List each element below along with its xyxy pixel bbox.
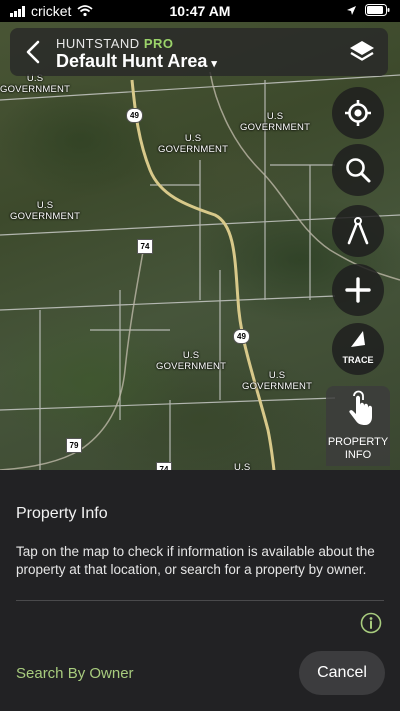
route-shield: 79 bbox=[66, 438, 82, 453]
route-number: 74 bbox=[140, 242, 150, 251]
route-number: 79 bbox=[69, 441, 79, 450]
locate-me-button[interactable] bbox=[332, 87, 384, 139]
battery-icon bbox=[365, 4, 390, 16]
property-info-label: PROPERTY INFO bbox=[327, 436, 389, 461]
location-arrow-icon bbox=[347, 5, 356, 15]
search-button[interactable] bbox=[332, 144, 384, 196]
search-by-owner-link[interactable]: Search By Owner bbox=[16, 665, 134, 682]
hunt-area-selector[interactable]: Default Hunt Area ▾ bbox=[56, 51, 217, 72]
property-info-sheet: Property Info Tap on the map to check if… bbox=[0, 470, 400, 711]
map-label-government: U.S GOVERNMENT bbox=[0, 73, 70, 95]
measure-button[interactable] bbox=[332, 205, 384, 257]
brand-label: HUNTSTAND PRO bbox=[56, 36, 174, 51]
map-label-text: U.S GOVERNMENT bbox=[10, 200, 81, 222]
trace-label: TRACE bbox=[342, 355, 374, 365]
route-shield: 49 bbox=[126, 108, 143, 123]
crosshair-icon bbox=[345, 100, 371, 126]
cancel-button[interactable]: Cancel bbox=[299, 651, 385, 695]
map-label-government: U.S GOVERNMENT bbox=[10, 200, 80, 222]
map-label-government: U.S GOVERNMENT bbox=[156, 350, 226, 372]
divider bbox=[16, 600, 384, 601]
map-label-government: U.S GOVERNMENT bbox=[240, 111, 310, 133]
map-label-government: U.S GOVERNMENT bbox=[242, 370, 312, 392]
hunt-area-header: HUNTSTAND PRO Default Hunt Area ▾ bbox=[10, 28, 388, 76]
route-number: 49 bbox=[130, 111, 139, 120]
sheet-description: Tap on the map to check if information i… bbox=[16, 544, 375, 577]
compass-icon bbox=[347, 217, 369, 245]
map-label-government: U.S GOVERNMENT bbox=[158, 133, 228, 155]
route-shield: 49 bbox=[233, 329, 250, 344]
plus-icon bbox=[345, 277, 371, 303]
property-info-button[interactable]: PROPERTY INFO bbox=[326, 386, 390, 466]
tap-finger-icon bbox=[349, 390, 372, 425]
trace-button[interactable]: TRACE bbox=[332, 323, 384, 375]
caret-down-icon: ▾ bbox=[211, 58, 217, 70]
status-bar: cricket 10:47 AM bbox=[0, 0, 400, 22]
map-label-text: U.S GOVERNMENT bbox=[156, 350, 227, 372]
layers-button[interactable] bbox=[348, 38, 376, 66]
info-icon[interactable] bbox=[360, 612, 382, 634]
back-button[interactable] bbox=[22, 38, 46, 66]
map-label-text: U.S GOVERNMENT bbox=[242, 370, 313, 392]
search-icon bbox=[346, 158, 371, 183]
status-time: 10:47 AM bbox=[169, 3, 231, 19]
route-shield: 74 bbox=[137, 239, 153, 254]
hunt-area-name: Default Hunt Area bbox=[56, 51, 208, 71]
brand-tier: PRO bbox=[143, 36, 174, 51]
brand-name: HUNTSTAND bbox=[56, 36, 140, 51]
map-label-text: U.S GOVERNMENT bbox=[158, 133, 229, 155]
trace-icon bbox=[351, 331, 365, 347]
add-button[interactable] bbox=[332, 264, 384, 316]
route-number: 49 bbox=[237, 332, 246, 341]
map-label-text: U.S GOVERNMENT bbox=[0, 73, 71, 95]
sheet-title: Property Info bbox=[16, 505, 108, 522]
status-right bbox=[346, 4, 390, 16]
map-label-text: U.S GOVERNMENT bbox=[240, 111, 311, 133]
